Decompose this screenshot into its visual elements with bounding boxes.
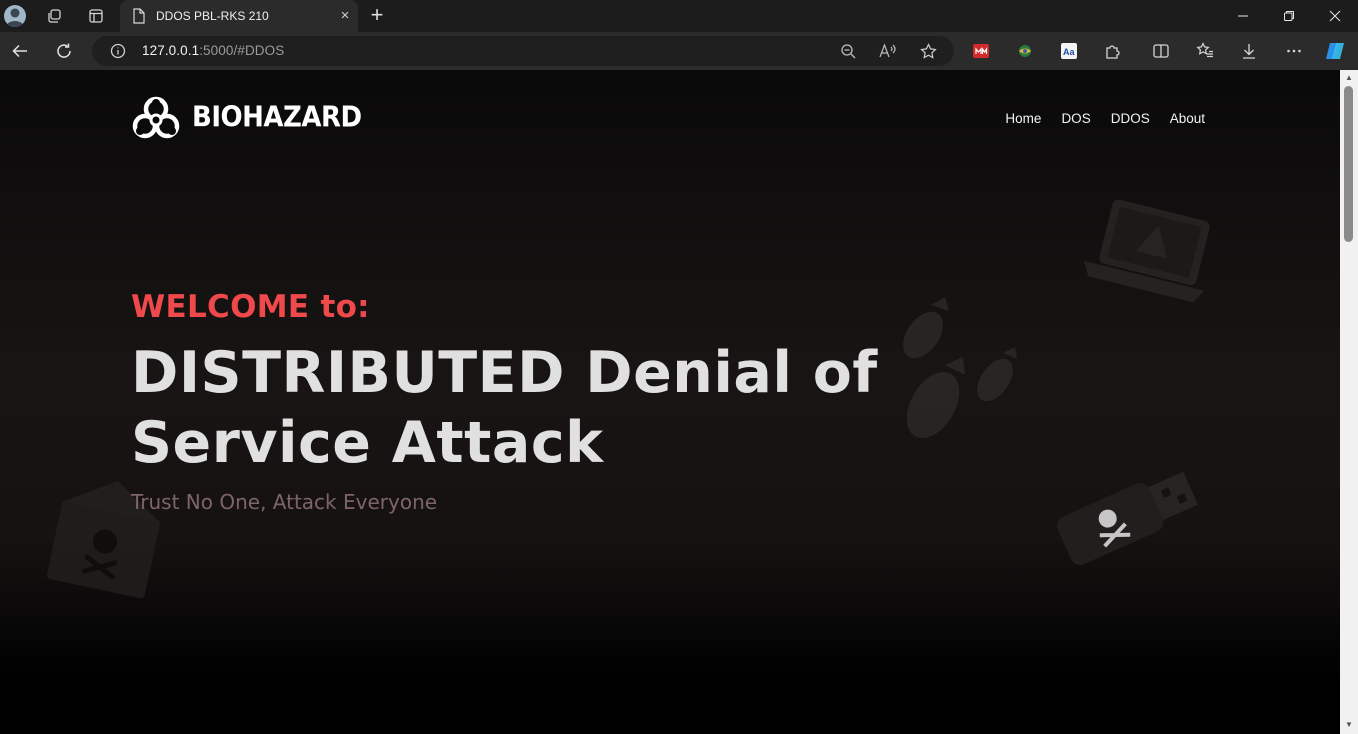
- minimize-icon[interactable]: [1220, 0, 1266, 32]
- hero-headline: DISTRIBUTED Denial of Service Attack: [131, 338, 931, 478]
- back-arrow-icon[interactable]: [6, 37, 34, 65]
- tab-title: DDOS PBL-RKS 210: [156, 9, 269, 23]
- more-options-icon[interactable]: [1282, 39, 1306, 63]
- nav-dos[interactable]: DOS: [1061, 111, 1090, 126]
- active-tab[interactable]: DDOS PBL-RKS 210 ×: [120, 0, 358, 32]
- headline-line-2: Service Attack: [131, 410, 604, 476]
- extensions-puzzle-icon[interactable]: [1101, 39, 1125, 63]
- main-nav: Home DOS DDOS About: [1005, 111, 1205, 126]
- nav-home[interactable]: Home: [1005, 111, 1041, 126]
- url-text[interactable]: 127.0.0.1:5000/#DDOS: [142, 43, 284, 58]
- favorite-star-icon[interactable]: [916, 39, 940, 63]
- svg-text:Aa: Aa: [1063, 47, 1075, 57]
- split-screen-icon[interactable]: [1149, 39, 1173, 63]
- welcome-heading: WELCOME to:: [131, 289, 370, 325]
- close-window-icon[interactable]: [1312, 0, 1358, 32]
- extension-dictionary-icon[interactable]: Aa: [1057, 39, 1081, 63]
- address-bar[interactable]: 127.0.0.1:5000/#DDOS: [92, 36, 954, 66]
- title-bar: DDOS PBL-RKS 210 × +: [0, 0, 1358, 32]
- read-aloud-icon[interactable]: [876, 39, 900, 63]
- nav-about[interactable]: About: [1170, 111, 1205, 126]
- close-tab-icon[interactable]: ×: [336, 7, 354, 25]
- profile-avatar[interactable]: [4, 5, 26, 27]
- site-logo[interactable]: BIOHAZARD: [132, 95, 362, 141]
- web-page: BIOHAZARD Home DOS DDOS About WELCOME to…: [0, 70, 1340, 734]
- tab-actions-icon[interactable]: [82, 4, 110, 28]
- nav-ddos[interactable]: DDOS: [1111, 111, 1150, 126]
- copilot-icon[interactable]: [1323, 39, 1347, 63]
- workspaces-icon[interactable]: [40, 4, 68, 28]
- url-path: :5000/#DDOS: [199, 43, 285, 58]
- favorites-list-icon[interactable]: [1193, 39, 1217, 63]
- extension-red-icon[interactable]: [969, 39, 993, 63]
- scroll-thumb[interactable]: [1344, 86, 1353, 242]
- zoom-out-icon[interactable]: [836, 39, 860, 63]
- scroll-up-arrow-icon[interactable]: ▲: [1344, 73, 1354, 83]
- biohazard-icon: [132, 96, 180, 139]
- brand-name: BIOHAZARD: [192, 101, 362, 135]
- page-scrollbar[interactable]: ▲ ▼: [1340, 70, 1358, 734]
- browser-window: DDOS PBL-RKS 210 × + 127.0.0.1:5000/#DDO…: [0, 0, 1358, 734]
- browser-toolbar: 127.0.0.1:5000/#DDOS Aa: [0, 32, 1358, 70]
- downloads-icon[interactable]: [1237, 39, 1261, 63]
- page-icon: [133, 8, 145, 24]
- extension-globe-icon[interactable]: [1013, 39, 1037, 63]
- hero-tagline: Trust No One, Attack Everyone: [131, 490, 438, 514]
- headline-line-1: DISTRIBUTED Denial of: [131, 340, 878, 406]
- restore-icon[interactable]: [1266, 0, 1312, 32]
- scroll-down-arrow-icon[interactable]: ▼: [1344, 720, 1354, 730]
- laptop-warning-icon: [1083, 200, 1210, 303]
- url-host: 127.0.0.1: [142, 43, 200, 58]
- usb-skull-icon: [1057, 471, 1198, 565]
- new-tab-button[interactable]: +: [364, 4, 390, 28]
- site-info-icon[interactable]: [106, 39, 130, 63]
- refresh-icon[interactable]: [50, 37, 78, 65]
